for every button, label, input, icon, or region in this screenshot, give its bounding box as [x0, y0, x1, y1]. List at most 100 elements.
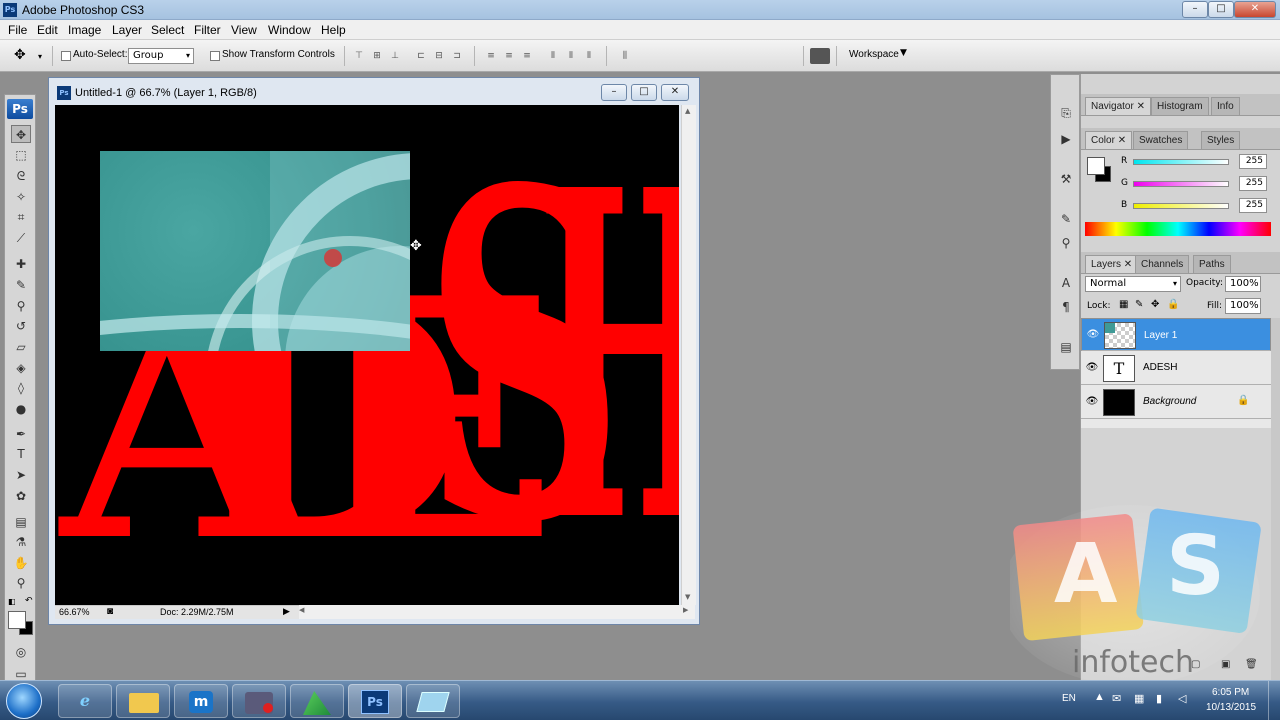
menu-image[interactable]: Image — [68, 23, 101, 37]
clock-date[interactable]: 10/13/2015 — [1206, 702, 1256, 713]
eyedropper-tool-icon[interactable]: ⚗ — [11, 533, 31, 551]
start-button[interactable] — [6, 683, 42, 719]
scroll-right-icon[interactable]: ▶ — [683, 606, 688, 614]
workspace-button[interactable]: Workspace — [849, 49, 899, 60]
actions-panel-icon[interactable]: ▶ — [1056, 129, 1076, 149]
b-slider[interactable] — [1133, 203, 1229, 209]
color-foreground-swatch[interactable] — [1087, 157, 1105, 175]
tab-paths[interactable]: Paths — [1193, 255, 1231, 273]
minimize-button[interactable]: – — [1182, 1, 1208, 18]
r-value[interactable]: 255 — [1239, 154, 1267, 169]
history-panel-icon[interactable]: ⎘ — [1056, 103, 1076, 123]
scroll-down-icon[interactable]: ▼ — [685, 593, 690, 601]
close-icon[interactable]: ✕ — [1118, 135, 1126, 146]
align-bottom-icon[interactable]: ⊥ — [388, 50, 402, 62]
distribute-vcenter-icon[interactable]: ≡ — [502, 50, 516, 62]
tab-channels[interactable]: Channels — [1135, 255, 1190, 273]
scroll-left-icon[interactable]: ◀ — [299, 606, 304, 614]
fill-input[interactable]: 100% — [1225, 298, 1261, 314]
zoom-tool-icon[interactable]: ⚲ — [11, 574, 31, 592]
slice-tool-icon[interactable]: ⟋ — [11, 229, 31, 247]
tray-expand-icon[interactable]: ▲ — [1094, 691, 1105, 703]
menu-view[interactable]: View — [231, 23, 257, 37]
distribute-left-icon[interactable]: ⦀ — [546, 50, 560, 62]
tab-navigator[interactable]: Navigator ✕ — [1085, 97, 1151, 115]
close-icon[interactable]: ✕ — [1124, 259, 1132, 270]
internet-explorer-icon[interactable]: e — [58, 684, 112, 718]
paint-bucket-tool-icon[interactable]: ◈ — [11, 359, 31, 377]
eye-icon[interactable]: 👁 — [1085, 362, 1099, 374]
tray-app-icon[interactable]: ✉ — [1112, 692, 1121, 705]
menu-file[interactable]: File — [8, 23, 27, 37]
canvas[interactable]: A D E S H ✥ — [55, 105, 679, 605]
swap-colors-icon[interactable]: ↶ — [25, 596, 33, 606]
pen-tool-icon[interactable]: ✒ — [11, 425, 31, 443]
layer-name[interactable]: Background — [1143, 396, 1196, 407]
menu-layer[interactable]: Layer — [112, 23, 142, 37]
camtasia-icon[interactable] — [290, 684, 344, 718]
menu-edit[interactable]: Edit — [37, 23, 58, 37]
distribute-hcenter-icon[interactable]: ⦀ — [564, 50, 578, 62]
tab-info[interactable]: Info — [1211, 97, 1240, 115]
distribute-top-icon[interactable]: ≡ — [484, 50, 498, 62]
custom-shape-tool-icon[interactable]: ✿ — [11, 487, 31, 505]
auto-align-layers-icon[interactable]: ⫼ — [618, 50, 632, 62]
path-selection-tool-icon[interactable]: ➤ — [11, 466, 31, 484]
status-menu-icon[interactable]: ◙ — [107, 606, 113, 617]
crop-tool-icon[interactable]: ⌗ — [11, 208, 31, 226]
layer-row-background[interactable]: 👁 Background 🔒 — [1081, 386, 1271, 419]
paragraph-panel-icon[interactable]: ¶ — [1056, 297, 1076, 317]
healing-brush-tool-icon[interactable]: ✚ — [11, 255, 31, 273]
magic-wand-tool-icon[interactable]: ✧ — [11, 188, 31, 206]
layer-name[interactable]: ADESH — [1143, 362, 1177, 373]
dodge-tool-icon[interactable]: ● — [11, 400, 31, 418]
align-right-icon[interactable]: ⊐ — [450, 50, 464, 62]
clone-stamp-tool-icon[interactable]: ⚲ — [11, 297, 31, 315]
layer-row-adesh[interactable]: 👁 T ADESH — [1081, 352, 1271, 385]
eraser-tool-icon[interactable]: ▱ — [11, 338, 31, 356]
distribute-right-icon[interactable]: ⦀ — [582, 50, 596, 62]
zoom-level[interactable]: 66.67% — [59, 607, 90, 617]
bridge-icon[interactable] — [810, 48, 830, 64]
align-top-icon[interactable]: ⊤ — [352, 50, 366, 62]
menu-filter[interactable]: Filter — [194, 23, 221, 37]
hand-tool-icon[interactable]: ✋ — [11, 554, 31, 572]
screen-recorder-icon[interactable] — [232, 684, 286, 718]
g-value[interactable]: 255 — [1239, 176, 1267, 191]
language-indicator[interactable]: EN — [1062, 693, 1076, 704]
auto-select-dropdown[interactable]: Group ▾ — [128, 48, 194, 64]
layer-comps-icon[interactable]: ▤ — [1056, 337, 1076, 357]
doc-close-button[interactable]: ✕ — [661, 84, 689, 101]
distribute-bottom-icon[interactable]: ≡ — [520, 50, 534, 62]
close-button[interactable]: ✕ — [1234, 1, 1276, 18]
layers-scrollbar[interactable] — [1271, 318, 1280, 684]
layer1-image[interactable] — [100, 151, 410, 351]
tray-volume-icon[interactable]: ◁ — [1178, 692, 1186, 705]
tool-presets-icon[interactable]: ⚒ — [1056, 169, 1076, 189]
photoshop-taskbar-button[interactable]: Ps — [348, 684, 402, 718]
notepad-icon[interactable] — [406, 684, 460, 718]
g-slider[interactable] — [1133, 181, 1229, 187]
blend-mode-dropdown[interactable]: Normal ▾ — [1085, 276, 1181, 292]
vertical-scrollbar[interactable]: ▲ ▼ — [681, 105, 696, 605]
menu-help[interactable]: Help — [321, 23, 346, 37]
character-panel-icon[interactable]: A — [1056, 273, 1076, 293]
marquee-tool-icon[interactable]: ⬚ — [11, 146, 31, 164]
tray-power-icon[interactable]: ▮ — [1156, 692, 1162, 705]
lock-transparent-icon[interactable]: ▦ — [1119, 299, 1128, 310]
brushes-panel-icon[interactable]: ✎ — [1056, 209, 1076, 229]
tab-swatches[interactable]: Swatches — [1133, 131, 1189, 149]
status-arrow-icon[interactable]: ▶ — [283, 606, 290, 617]
menu-select[interactable]: Select — [151, 23, 184, 37]
opacity-input[interactable]: 100% — [1225, 276, 1261, 292]
eye-icon[interactable]: 👁 — [1086, 329, 1100, 341]
layer-name[interactable]: Layer 1 — [1144, 329, 1177, 343]
auto-select-checkbox[interactable] — [61, 51, 71, 61]
clone-source-icon[interactable]: ⚲ — [1056, 233, 1076, 253]
layer-row-layer1[interactable]: 👁 Layer 1 — [1081, 318, 1271, 351]
move-tool-icon[interactable]: ✥ — [14, 47, 26, 63]
tray-network-icon[interactable]: ▦ — [1134, 692, 1144, 705]
doc-maximize-button[interactable]: □ — [631, 84, 657, 101]
history-brush-tool-icon[interactable]: ↺ — [11, 317, 31, 335]
horizontal-scrollbar[interactable]: ◀ ▶ — [299, 605, 695, 619]
